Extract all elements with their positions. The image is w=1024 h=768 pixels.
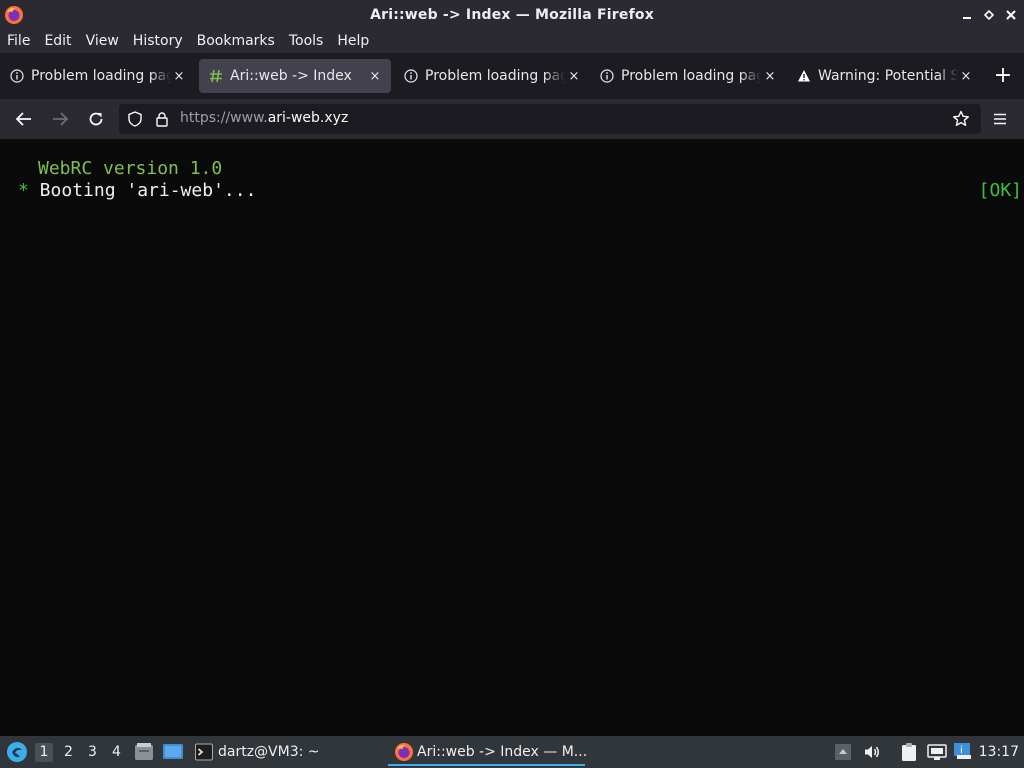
tab-problem-loading-2[interactable]: Problem loading page × <box>394 59 590 93</box>
back-button[interactable] <box>13 108 35 130</box>
arrow-right-icon <box>53 112 69 126</box>
taskbar-firefox-task[interactable]: Ari::web -> Index — M... <box>417 744 587 760</box>
warning-icon <box>798 70 810 82</box>
window-titlebar: Ari::web -> Index — Mozilla Firefox <box>0 0 1024 29</box>
tab-label: Problem loading page <box>425 68 565 84</box>
arrow-left-icon <box>15 112 31 126</box>
tab-problem-loading-3[interactable]: Problem loading page × <box>590 59 786 93</box>
firefox-icon <box>395 743 413 761</box>
minimize-button[interactable] <box>960 8 974 22</box>
boot-line: * Booting 'ari-web'... <box>18 180 256 201</box>
tab-security-warning[interactable]: Warning: Potential Security Risk Ahead × <box>787 59 982 93</box>
url-text[interactable]: https://www.ari-web.xyz <box>180 110 348 126</box>
menu-help[interactable]: Help <box>330 33 376 49</box>
app-launcher-icon[interactable] <box>6 741 28 763</box>
menu-history[interactable]: History <box>126 33 190 49</box>
menu-edit[interactable]: Edit <box>37 33 78 49</box>
app-menu-button[interactable] <box>989 108 1011 130</box>
desktop-2-button[interactable]: 2 <box>64 744 73 760</box>
lock-icon[interactable] <box>155 111 169 127</box>
restore-button[interactable] <box>982 8 996 22</box>
menu-file[interactable]: File <box>0 33 37 49</box>
boot-status-ok: [OK] <box>978 180 1022 201</box>
show-desktop-icon[interactable] <box>162 742 184 762</box>
new-tab-button[interactable]: + <box>993 65 1013 87</box>
tab-label: Ari::web -> Index <box>230 68 352 84</box>
url-bar[interactable]: https://www.ari-web.xyz <box>119 104 981 134</box>
info-icon <box>10 69 24 83</box>
menu-view[interactable]: View <box>79 33 126 49</box>
boot-bullet: * <box>18 180 29 201</box>
forward-button[interactable] <box>49 108 71 130</box>
restore-icon <box>983 9 995 20</box>
minimize-icon <box>963 16 971 19</box>
window-title: Ari::web -> Index — Mozilla Firefox <box>370 6 654 23</box>
hamburger-menu-icon <box>994 113 1006 125</box>
close-icon <box>1006 9 1016 20</box>
network-icon[interactable] <box>927 742 947 762</box>
firefox-logo-icon <box>5 6 23 24</box>
reload-icon <box>89 112 103 126</box>
terminal-icon <box>195 743 213 761</box>
desktop-3-button[interactable]: 3 <box>88 744 97 760</box>
bookmark-star-button[interactable] <box>950 108 972 130</box>
tab-label: Problem loading page <box>621 68 761 84</box>
desktop-1-button[interactable]: 1 <box>35 743 53 762</box>
info-icon <box>404 69 418 83</box>
page-content: WebRC version 1.0 * Booting 'ari-web'...… <box>0 140 1024 736</box>
menu-bookmarks[interactable]: Bookmarks <box>190 33 282 49</box>
shield-icon[interactable] <box>127 111 143 127</box>
hash-icon <box>210 69 222 83</box>
tab-close-button[interactable]: × <box>566 68 582 84</box>
close-window-button[interactable] <box>1004 8 1018 22</box>
taskbar-terminal-task[interactable]: dartz@VM3: ~ <box>218 744 320 760</box>
window-controls <box>960 0 1018 29</box>
file-manager-icon[interactable] <box>134 742 154 762</box>
url-domain: ari-web.xyz <box>267 110 349 126</box>
version-line: WebRC version 1.0 <box>38 158 223 179</box>
tab-bar: Problem loading page × Ari::web -> Index… <box>0 53 1024 99</box>
tab-ari-web-index[interactable]: Ari::web -> Index × <box>199 59 391 93</box>
tab-close-button[interactable]: × <box>762 68 778 84</box>
desktop-4-button[interactable]: 4 <box>112 744 121 760</box>
active-task-indicator <box>388 764 585 766</box>
boot-text: Booting 'ari-web'... <box>28 180 257 201</box>
menu-tools[interactable]: Tools <box>282 33 331 49</box>
tray-expander-icon[interactable] <box>834 742 852 762</box>
clipboard-icon[interactable] <box>899 742 919 762</box>
tab-problem-loading-1[interactable]: Problem loading page × <box>0 59 195 93</box>
taskbar-clock[interactable]: 13:17 <box>979 744 1019 760</box>
tab-label: Problem loading page <box>31 68 171 84</box>
info-icon <box>600 69 614 83</box>
volume-icon[interactable] <box>862 742 882 762</box>
url-prefix: https://www. <box>180 110 268 126</box>
tab-close-button[interactable]: × <box>367 68 383 84</box>
tab-close-button[interactable]: × <box>171 68 187 84</box>
notifications-icon[interactable]: i <box>953 741 973 761</box>
svg-text:i: i <box>960 745 963 756</box>
tab-close-button[interactable]: × <box>958 68 974 84</box>
star-icon <box>953 110 969 126</box>
reload-button[interactable] <box>85 108 107 130</box>
tab-label: Warning: Potential Security Risk Ahead <box>818 68 958 84</box>
menu-bar: File Edit View History Bookmarks Tools H… <box>0 29 1024 53</box>
